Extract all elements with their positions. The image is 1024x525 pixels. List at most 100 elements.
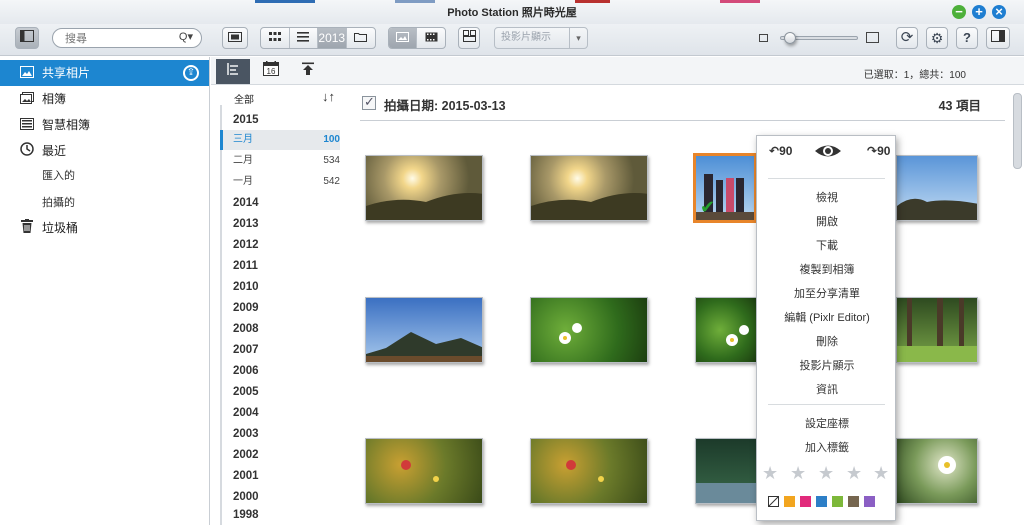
timeline-year[interactable]: 1998 [233,509,259,521]
rating-star-icon[interactable]: ★ [818,463,834,484]
zoom-out-icon[interactable] [759,34,768,42]
tab-timeline[interactable] [216,59,250,84]
timeline-year[interactable]: 2011 [233,260,258,272]
photo-thumbnail[interactable] [365,297,483,363]
timeline-year[interactable]: 2006 [233,365,259,377]
menu-item-set-coordinates[interactable]: 設定座標 [757,415,897,431]
close-button[interactable]: × [992,5,1006,19]
menu-item-add-to-share-list[interactable]: 加至分享清單 [757,285,897,301]
photo-thumbnail[interactable] [896,297,978,363]
photo-thumbnail[interactable] [695,438,757,504]
sidebar-item-albums[interactable]: 相簿 [0,86,209,112]
menu-item-info[interactable]: 資訊 [757,381,897,397]
timeline-year[interactable]: 2003 [233,428,259,440]
tab-calendar[interactable]: 16 [254,59,288,84]
folder-view-button[interactable] [347,28,375,48]
window-title: Photo Station 照片時光屋 [447,7,577,19]
photo-thumbnail-selected[interactable]: ✔ [693,153,757,223]
sidebar-item-recent[interactable]: 最近 [0,138,209,164]
rotate-left-button[interactable]: ↶90 [769,144,792,158]
sidebar-item-shared-photos[interactable]: 共享相片 ⇪ [0,60,209,86]
filmstrip-view-button[interactable] [222,27,248,49]
timeline-year[interactable]: 2005 [233,386,259,398]
refresh-button[interactable]: ⟳ [896,27,918,49]
minimize-button[interactable]: − [952,5,966,19]
timeline-year[interactable]: 2004 [233,407,259,419]
timeline-year[interactable]: 2002 [233,449,259,461]
timeline-year[interactable]: 2008 [233,323,259,335]
photo-thumbnail[interactable] [530,297,648,363]
photo-mode-button[interactable] [389,28,418,48]
photo-thumbnail[interactable] [896,155,978,221]
photo-thumbnail[interactable] [365,155,483,221]
color-label-none-icon[interactable] [768,496,779,507]
photo-thumbnail[interactable] [530,155,648,221]
menu-item-delete[interactable]: 刪除 [757,333,897,349]
timeline-year[interactable]: 2007 [233,344,259,356]
sidebar-item-trash[interactable]: 垃圾桶 [0,215,209,241]
zoom-in-icon[interactable] [866,32,879,43]
timeline-month[interactable]: 二月 534 [220,151,340,171]
smart-album-icon [18,112,36,138]
timeline-view-button[interactable]: 2013 [318,28,347,48]
timeline-year[interactable]: 2012 [233,239,259,251]
eye-icon[interactable] [814,140,842,162]
chevron-down-icon[interactable]: ▾ [569,28,587,48]
rating-star-icon[interactable]: ★ [873,463,889,484]
timeline-all[interactable]: 全部 [234,91,254,106]
sidebar-item-smart-albums[interactable]: 智慧相簿 [0,112,209,138]
settings-button[interactable]: ⚙ [926,27,948,49]
timeline-year[interactable]: 2009 [233,302,259,314]
zoom-slider-handle[interactable] [784,32,796,44]
timeline-year[interactable]: 2001 [233,470,259,482]
color-label-brown[interactable] [848,496,859,507]
color-label-orange[interactable] [784,496,795,507]
layout-button[interactable] [458,27,480,49]
menu-item-view[interactable]: 檢視 [757,189,897,205]
menu-item-edit[interactable]: 編輯 (Pixlr Editor) [757,309,897,325]
menu-item-add-tag[interactable]: 加入標籤 [757,439,897,455]
thumbnail-view-button[interactable] [261,28,290,48]
rotate-right-button[interactable]: ↷90 [867,144,890,158]
upload-icon[interactable]: ⇪ [183,65,199,81]
timeline-year[interactable]: 2014 [233,197,259,209]
info-panel-button[interactable] [986,27,1010,49]
photo-thumbnail[interactable] [530,438,648,504]
list-view-button[interactable] [290,28,318,48]
color-label-blue[interactable] [816,496,827,507]
photo-thumbnail[interactable] [896,438,978,504]
select-all-checkbox[interactable] [362,94,376,110]
sort-icon[interactable]: ↓↑ [322,89,335,104]
timeline-year[interactable]: 2010 [233,281,259,293]
video-mode-button[interactable] [417,28,445,48]
slideshow-dropdown[interactable]: 投影片顯示 ▾ [494,27,588,49]
zoom-slider[interactable] [780,32,858,44]
menu-item-download[interactable]: 下載 [757,237,897,253]
color-label-pink[interactable] [800,496,811,507]
menu-item-open[interactable]: 開啟 [757,213,897,229]
photo-thumbnail[interactable] [365,438,483,504]
nature-image [696,483,756,503]
timeline-year[interactable]: 2015 [233,114,259,126]
rating-star-icon[interactable]: ★ [790,463,806,484]
search-input[interactable] [65,31,173,46]
color-label-green[interactable] [832,496,843,507]
rating-star-icon[interactable]: ★ [762,463,778,484]
timeline-year[interactable]: 2000 [233,491,259,503]
timeline-year[interactable]: 2013 [233,218,259,230]
photo-thumbnail[interactable] [695,297,757,363]
help-button[interactable]: ? [956,27,978,49]
rating-star-icon[interactable]: ★ [846,463,862,484]
sidebar-item-imported[interactable]: 匯入的 [42,167,75,183]
search-icon[interactable]: Q▾ [179,30,193,43]
maximize-button[interactable]: + [972,5,986,19]
sidebar-item-taken[interactable]: 拍攝的 [42,194,75,210]
timeline-month[interactable]: 一月 542 [220,172,340,192]
sidebar-toggle-button[interactable] [15,27,39,49]
tab-upload[interactable] [291,59,325,84]
menu-item-copy-to-album[interactable]: 複製到相簿 [757,261,897,277]
menu-item-slideshow[interactable]: 投影片顯示 [757,357,897,373]
color-label-purple[interactable] [864,496,875,507]
scrollbar[interactable] [1013,93,1022,169]
timeline-month[interactable]: 三月 100 [220,130,340,150]
